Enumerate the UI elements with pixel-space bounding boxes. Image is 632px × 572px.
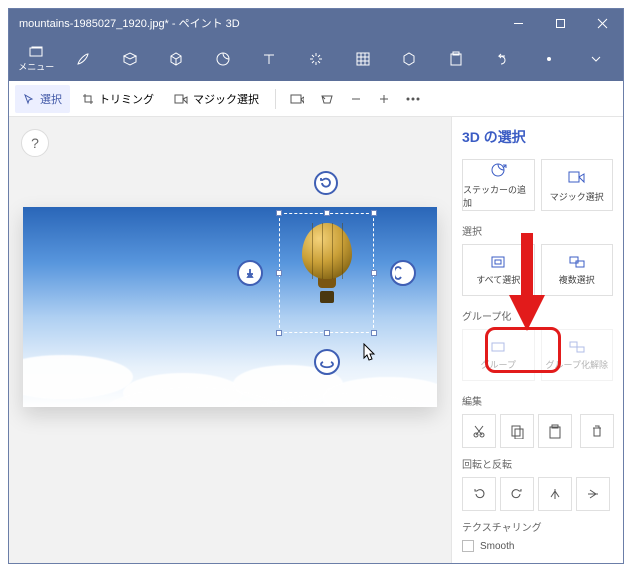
multi-select-button[interactable]: 複数選択 (541, 244, 614, 296)
select-all-button[interactable]: すべて選択 (462, 244, 535, 296)
side-panel: 3D の選択 ステッカーの追加 マジック選択 選択 すべて選択 (451, 117, 623, 563)
trim-label: トリミング (99, 91, 154, 107)
maximize-button[interactable] (539, 9, 581, 37)
text-tool[interactable] (246, 37, 293, 81)
delete-button[interactable] (580, 414, 614, 448)
group-button: グループ (462, 329, 535, 381)
select-all-label: すべて選択 (476, 273, 520, 286)
cut-button[interactable] (462, 414, 496, 448)
2d-shapes-tool[interactable] (106, 37, 153, 81)
history-dropdown[interactable] (526, 37, 573, 81)
make-sticker-button[interactable]: ステッカーの追加 (462, 159, 535, 211)
resize-handle[interactable] (324, 330, 330, 336)
magic-select-mode[interactable]: マジック選択 (166, 85, 267, 113)
paste-tool[interactable] (432, 37, 479, 81)
close-button[interactable] (581, 9, 623, 37)
mixed-reality-button[interactable] (314, 85, 340, 113)
rotate-x-gizmo[interactable] (390, 260, 416, 286)
texture-section-label: テクスチャリング (462, 519, 613, 534)
smooth-checkbox[interactable]: Smooth (462, 540, 613, 552)
selection-section-label: 選択 (462, 223, 613, 238)
cursor-icon (363, 343, 377, 366)
rotate-cw-button[interactable] (500, 477, 534, 511)
undo-tool[interactable] (479, 37, 526, 81)
magic-select-label: マジック選択 (550, 190, 604, 203)
balloon-3d-model (302, 223, 352, 303)
resize-handle[interactable] (276, 210, 282, 216)
expand-button[interactable] (572, 37, 619, 81)
panel-magic-select-button[interactable]: マジック選択 (541, 159, 614, 211)
canvas[interactable] (23, 207, 437, 407)
separator (275, 89, 276, 109)
edit-section-label: 編集 (462, 393, 613, 408)
canvas-tool[interactable] (339, 37, 386, 81)
stickers-tool[interactable] (199, 37, 246, 81)
resize-handle[interactable] (371, 210, 377, 216)
3d-shapes-tool[interactable] (153, 37, 200, 81)
magic-label: マジック選択 (193, 91, 259, 107)
resize-handle[interactable] (371, 270, 377, 276)
z-depth-gizmo[interactable] (237, 260, 263, 286)
resize-handle[interactable] (276, 270, 282, 276)
checkbox-icon (462, 540, 474, 552)
resize-handle[interactable] (276, 330, 282, 336)
select-label: 選択 (40, 91, 62, 107)
canvas-area[interactable]: ? (9, 117, 451, 563)
brush-tool[interactable] (60, 37, 107, 81)
resize-handle[interactable] (371, 330, 377, 336)
view-mode-button[interactable] (284, 85, 310, 113)
rotate-ccw-button[interactable] (462, 477, 496, 511)
menu-button[interactable]: メニュー (13, 46, 60, 73)
zoom-out-button[interactable] (344, 85, 368, 113)
crop-mode[interactable]: トリミング (74, 85, 162, 113)
flip-horizontal-button[interactable] (538, 477, 572, 511)
3d-library-tool[interactable] (386, 37, 433, 81)
title-bar: mountains-1985027_1920.jpg* - ペイント 3D (9, 9, 623, 37)
rotate-section-label: 回転と反転 (462, 456, 613, 471)
selected-3d-object[interactable] (279, 213, 374, 333)
resize-handle[interactable] (324, 210, 330, 216)
menu-label: メニュー (18, 60, 54, 73)
more-button[interactable] (400, 85, 426, 113)
panel-heading: 3D の選択 (462, 127, 613, 147)
group-btn-label: グループ (481, 358, 516, 371)
flip-vertical-button[interactable] (576, 477, 610, 511)
ungroup-btn-label: グループ化解除 (546, 358, 608, 371)
multi-select-label: 複数選択 (559, 273, 595, 286)
group-section-label: グループ化 (462, 308, 613, 323)
sub-toolbar: 選択 トリミング マジック選択 (9, 81, 623, 117)
effects-tool[interactable] (293, 37, 340, 81)
minimize-button[interactable] (497, 9, 539, 37)
zoom-in-button[interactable] (372, 85, 396, 113)
smooth-label: Smooth (480, 541, 514, 552)
rotate-y-gizmo[interactable] (314, 349, 340, 375)
paste-button[interactable] (538, 414, 572, 448)
ungroup-button: グループ化解除 (541, 329, 614, 381)
make-sticker-label: ステッカーの追加 (463, 183, 534, 209)
help-button[interactable]: ? (21, 129, 49, 157)
copy-button[interactable] (500, 414, 534, 448)
select-mode[interactable]: 選択 (15, 85, 70, 113)
window-title: mountains-1985027_1920.jpg* - ペイント 3D (9, 15, 497, 31)
rotate-z-gizmo[interactable] (314, 171, 338, 195)
ribbon: メニュー (9, 37, 623, 81)
